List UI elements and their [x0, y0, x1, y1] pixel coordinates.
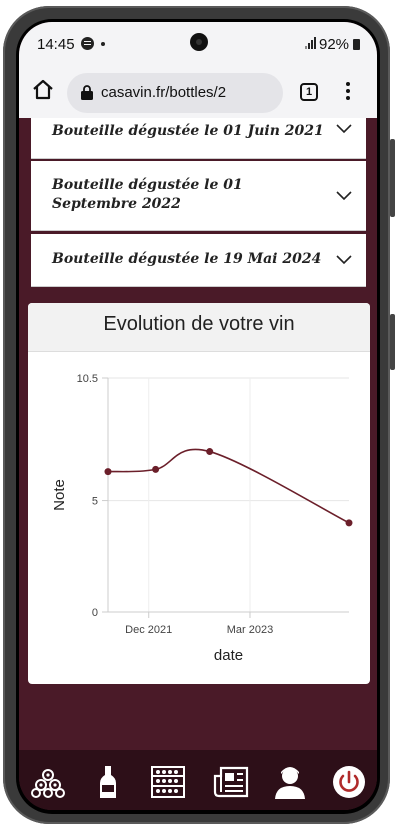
- y-tick-label: 10.5: [77, 373, 98, 385]
- battery-percent: 92%: [319, 36, 350, 53]
- volume-button: [390, 139, 395, 217]
- cellar-barrels-icon[interactable]: [30, 764, 66, 800]
- x-tick-label: Dec 2021: [125, 624, 172, 636]
- wine-rack-icon[interactable]: [150, 764, 186, 800]
- phone-frame: 14:45 92% casavin.fr/bottles/2 1 Bouteil…: [3, 6, 395, 824]
- tasting-accordion-item[interactable]: Bouteille dégustée le 19 Mai 2024: [31, 234, 366, 287]
- chevron-down-icon: [336, 191, 352, 201]
- bottle-icon[interactable]: [90, 764, 126, 800]
- tasting-accordion-item[interactable]: Bouteille dégustée le 01 Septembre 2022: [31, 161, 366, 231]
- battery-icon: [353, 39, 360, 50]
- tasting-label: Bouteille dégustée le 19 Mai 2024: [52, 251, 322, 267]
- bottom-navigation: [19, 750, 377, 810]
- chevron-down-icon: [336, 255, 352, 265]
- evolution-chart: 0 5 10.5 Dec 2021 Mar 2023 date Note: [51, 373, 353, 664]
- spotify-icon: [81, 37, 94, 50]
- y-tick-label: 0: [92, 607, 98, 619]
- status-time: 14:45: [37, 36, 75, 53]
- data-point: [345, 519, 353, 527]
- user-icon[interactable]: [272, 764, 308, 800]
- signal-icon: [305, 37, 316, 49]
- data-point: [152, 465, 160, 473]
- power-icon[interactable]: [331, 764, 367, 800]
- tabs-icon[interactable]: 1: [300, 83, 318, 101]
- x-tick-label: Mar 2023: [227, 624, 273, 636]
- chevron-down-icon: [336, 124, 352, 134]
- chart-title: Evolution de votre vin: [103, 313, 295, 335]
- power-button: [390, 314, 395, 370]
- page-content: Bouteille dégustée le 01 Juin 2021 Boute…: [19, 118, 377, 750]
- chart-card-header: Evolution de votre vin: [28, 303, 370, 352]
- overflow-menu-icon[interactable]: [345, 82, 351, 102]
- x-axis-label: date: [214, 647, 243, 664]
- y-tick-label: 5: [92, 496, 98, 508]
- news-icon[interactable]: [213, 764, 249, 800]
- notification-dot-icon: [101, 42, 105, 46]
- tasting-label: Bouteille dégustée le 01 Juin 2021: [52, 123, 324, 139]
- browser-toolbar: casavin.fr/bottles/2 1: [19, 66, 377, 118]
- tasting-label: Bouteille dégustée le 01 Septembre 2022: [52, 177, 243, 212]
- status-bar: 14:45 92%: [19, 22, 377, 66]
- lock-icon: [81, 85, 93, 100]
- url-text: casavin.fr/bottles/2: [101, 84, 227, 101]
- series-line: [107, 448, 350, 524]
- phone-bezel: 14:45 92% casavin.fr/bottles/2 1 Bouteil…: [16, 19, 380, 814]
- data-point: [206, 448, 214, 456]
- data-point: [104, 468, 112, 476]
- front-camera: [190, 33, 208, 51]
- home-icon[interactable]: [31, 78, 55, 102]
- screen: 14:45 92% casavin.fr/bottles/2 1 Bouteil…: [19, 22, 377, 810]
- evolution-chart-card: Evolution de votre vin 0 5 10.5 Dec 2021 Mar…: [28, 303, 370, 684]
- address-bar[interactable]: casavin.fr/bottles/2: [67, 73, 283, 113]
- tasting-accordion-item[interactable]: Bouteille dégustée le 01 Juin 2021: [31, 118, 366, 159]
- y-axis-label: Note: [51, 479, 68, 511]
